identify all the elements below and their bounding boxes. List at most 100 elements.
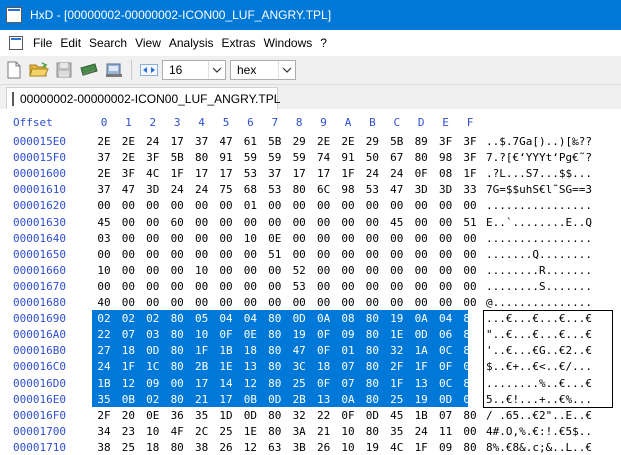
hex-byte[interactable]: 3F xyxy=(458,135,482,148)
hex-byte[interactable]: 24 xyxy=(190,183,214,196)
hex-byte[interactable]: 00 xyxy=(434,216,458,229)
hex-byte[interactable]: 2E xyxy=(312,135,336,148)
menu-search[interactable]: Search xyxy=(87,36,133,50)
hex-byte[interactable]: 0A xyxy=(336,393,360,406)
hex-byte[interactable]: 00 xyxy=(287,216,311,229)
hex-byte[interactable]: 10 xyxy=(336,425,360,438)
hex-byte[interactable]: 1F xyxy=(458,167,482,180)
hex-byte[interactable]: 25 xyxy=(214,425,238,438)
hex-byte[interactable]: 00 xyxy=(287,199,311,212)
hex-byte[interactable]: 00 xyxy=(458,248,482,261)
hex-byte[interactable]: 00 xyxy=(287,296,311,309)
menu-help[interactable]: ? xyxy=(318,36,333,50)
hex-byte[interactable]: 00 xyxy=(263,216,287,229)
hex-byte[interactable]: 80 xyxy=(263,312,287,325)
hex-byte[interactable]: 00 xyxy=(116,232,140,245)
hex-byte[interactable]: 00 xyxy=(141,199,165,212)
hex-byte[interactable]: 00 xyxy=(165,280,189,293)
hex-byte[interactable]: 80 xyxy=(263,409,287,422)
hex-byte[interactable]: 00 xyxy=(458,199,482,212)
menu-edit[interactable]: Edit xyxy=(58,36,87,50)
hex-byte[interactable]: 00 xyxy=(336,199,360,212)
hex-byte[interactable]: 47 xyxy=(287,344,311,357)
hex-byte[interactable]: 45 xyxy=(385,409,409,422)
hex-byte[interactable]: 07 xyxy=(336,377,360,390)
hex-byte[interactable]: 27 xyxy=(92,344,116,357)
hex-byte[interactable]: 17 xyxy=(165,135,189,148)
hex-byte[interactable]: 17 xyxy=(190,377,214,390)
hex-byte[interactable]: 10 xyxy=(141,425,165,438)
hex-byte[interactable]: 3F xyxy=(458,151,482,164)
hex-byte[interactable]: 29 xyxy=(360,135,384,148)
hex-byte[interactable]: 22 xyxy=(92,328,116,341)
hex-byte[interactable]: 0D xyxy=(434,393,458,406)
hex-byte[interactable]: 4C xyxy=(385,441,409,454)
hex-byte[interactable]: 51 xyxy=(263,248,287,261)
hex-byte[interactable]: 1F xyxy=(116,360,140,373)
menu-view[interactable]: View xyxy=(133,36,167,50)
hex-byte[interactable]: 00 xyxy=(385,296,409,309)
hex-byte[interactable]: 02 xyxy=(116,312,140,325)
hex-byte[interactable]: 09 xyxy=(141,377,165,390)
hex-byte[interactable]: 21 xyxy=(312,425,336,438)
display-mode-select[interactable]: hex xyxy=(230,60,296,80)
hex-byte[interactable]: 2E xyxy=(116,135,140,148)
hex-byte[interactable]: 80 xyxy=(190,151,214,164)
hex-byte[interactable]: 0F xyxy=(336,409,360,422)
hex-byte[interactable]: 00 xyxy=(336,248,360,261)
hex-byte[interactable]: 80 xyxy=(458,312,482,325)
hex-byte[interactable]: 36 xyxy=(165,409,189,422)
ascii-text[interactable]: .?L...S7...$$... xyxy=(486,167,592,180)
hex-byte[interactable]: 38 xyxy=(190,441,214,454)
ascii-text[interactable]: ................ xyxy=(486,199,592,212)
hex-byte[interactable]: 22 xyxy=(312,409,336,422)
hex-byte[interactable]: 04 xyxy=(434,312,458,325)
hex-byte[interactable]: 00 xyxy=(190,296,214,309)
hex-byte[interactable]: 00 xyxy=(360,216,384,229)
hex-byte[interactable]: 37 xyxy=(190,135,214,148)
new-file-button[interactable] xyxy=(3,59,25,81)
hex-byte[interactable]: 18 xyxy=(312,360,336,373)
hex-byte[interactable]: 17 xyxy=(214,393,238,406)
hex-byte[interactable]: 00 xyxy=(360,296,384,309)
hex-byte[interactable]: 00 xyxy=(385,264,409,277)
hex-byte[interactable]: 07 xyxy=(116,328,140,341)
hex-row[interactable]: 00001660 10 00 00 00 10 00 00 00 52 00 00 00 00 00 00 00… xyxy=(0,262,621,278)
hex-byte[interactable]: 00 xyxy=(287,232,311,245)
hex-byte[interactable]: 00 xyxy=(190,248,214,261)
hex-byte[interactable]: 47 xyxy=(214,135,238,148)
hex-byte[interactable]: 63 xyxy=(263,441,287,454)
hex-row[interactable]: 000016E0 35 0B 02 80 21 17 0B 0D 2B 13 0A 80 25 19 0D 00… xyxy=(0,391,621,407)
hex-byte[interactable]: 26 xyxy=(312,441,336,454)
hex-byte[interactable]: 00 xyxy=(214,199,238,212)
hex-byte[interactable]: 00 xyxy=(434,232,458,245)
hex-byte[interactable]: 74 xyxy=(312,151,336,164)
hex-byte[interactable]: 80 xyxy=(165,344,189,357)
hex-byte[interactable]: 00 xyxy=(409,199,433,212)
hex-row[interactable]: 000016B0 27 18 0D 80 1F 1B 18 80 47 0F 01 80 32 1A 0C 80… xyxy=(0,342,621,358)
hex-byte[interactable]: 09 xyxy=(434,441,458,454)
hex-byte[interactable]: 80 xyxy=(409,151,433,164)
ascii-text[interactable]: 7.?[€‘YYYt‘Pg€˜? xyxy=(486,151,592,164)
hex-byte[interactable]: 4F xyxy=(165,425,189,438)
hex-byte[interactable]: 00 xyxy=(238,216,262,229)
hex-byte[interactable]: 00 xyxy=(214,296,238,309)
hex-byte[interactable]: 91 xyxy=(336,151,360,164)
hex-byte[interactable]: 0D xyxy=(409,328,433,341)
hex-byte[interactable]: 80 xyxy=(263,425,287,438)
hex-byte[interactable]: 00 xyxy=(190,280,214,293)
hex-byte[interactable]: 17 xyxy=(214,167,238,180)
hex-byte[interactable]: 00 xyxy=(385,232,409,245)
hex-byte[interactable]: 25 xyxy=(287,377,311,390)
hex-byte[interactable]: 5B xyxy=(165,151,189,164)
bytes-per-row-arrows[interactable] xyxy=(138,60,160,80)
hex-byte[interactable]: 75 xyxy=(214,183,238,196)
hex-byte[interactable]: 00 xyxy=(458,264,482,277)
hex-byte[interactable]: 03 xyxy=(92,232,116,245)
hex-byte[interactable]: 00 xyxy=(116,216,140,229)
hex-byte[interactable]: 3F xyxy=(434,135,458,148)
hex-row[interactable]: 00001640 03 00 00 00 00 00 10 0E 00 00 00 00 00 00 00 00… xyxy=(0,230,621,246)
hex-byte[interactable]: 00 xyxy=(336,280,360,293)
hex-byte[interactable]: 40 xyxy=(92,296,116,309)
ascii-text[interactable]: ...€...€...€...€ xyxy=(486,312,592,325)
